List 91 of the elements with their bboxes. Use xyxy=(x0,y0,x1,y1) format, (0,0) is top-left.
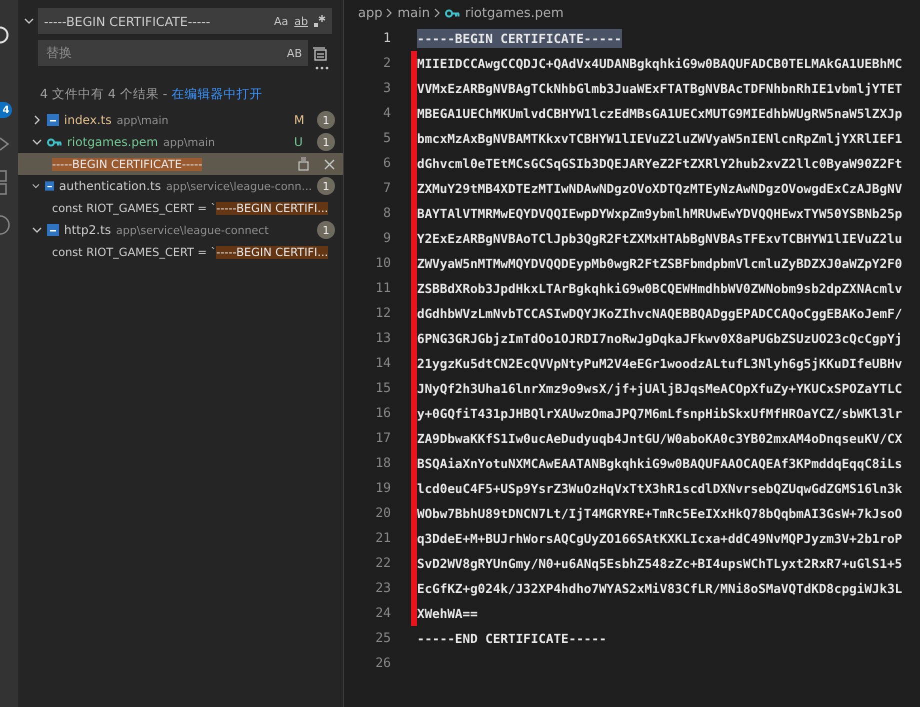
chevron-right-icon[interactable] xyxy=(32,115,42,125)
preserve-case-toggle[interactable]: AB xyxy=(286,46,302,60)
line-number: 23 xyxy=(374,581,391,596)
line-number: 10 xyxy=(374,256,391,271)
code-line: MBEGA1UEChMKUmlvdCBHYW1lczEdMBsGA1UECxMUTG9MIEdhbWUgRW5naW5lZXJp xyxy=(411,101,902,126)
code-line: bmcxMzAxBgNVBAMTKkxvTCBHYW1lIEVuZ2luZWVyaW5nIENlcnRpZmljYXRlIEF1 xyxy=(411,126,902,151)
search-option-toggle[interactable]: ab xyxy=(294,14,308,28)
breadcrumb-item[interactable]: app xyxy=(358,6,382,20)
chevron-down-icon[interactable] xyxy=(32,181,40,191)
match-count: 1 xyxy=(317,111,335,129)
line-number: 21 xyxy=(374,531,391,546)
line-number: 14 xyxy=(374,356,391,371)
code-line: BSQAiaXnYotuNXMCAwEAATANBgkqhkiG9w0BAQUFAAOCAQEAf3KPmddqEqqC8iLs xyxy=(411,451,902,476)
code-line: -----END CERTIFICATE----- xyxy=(416,630,607,648)
code-line: lcd0euC4F5+USp9YsrZ3WuOzHqVxTtX3hR1scdlDXNvrsebQZUqwGdZGMS16ln3k xyxy=(411,476,902,501)
line-number: 11 xyxy=(374,281,391,296)
match-count: 1 xyxy=(317,177,335,195)
result-match-row[interactable]: -----BEGIN CERTIFICATE----- xyxy=(18,153,343,175)
code-line: ZWVyaW5nMTMwMQYDVQQDEypMb0wgR2FtZSBFbmdpbmVlcmluZyBDZXJ0aWZpY2F0 xyxy=(411,251,902,276)
line-number: 13 xyxy=(374,331,391,346)
code-line: JNyQf2h3Uha16lnrXmz9o9wsX/jf+jUAljBJqsMeACOpXfuZy+YKUCxSPOZaYTLC xyxy=(411,376,902,401)
line-number: 6 xyxy=(382,156,391,171)
line-number: 1 xyxy=(382,31,391,46)
code-line: BAYTAlVTMRMwEQYDVQQIEwpDYWxpZm9ybmlhMRUwEwYDVQQHEwxTYW50YSBNb25p xyxy=(411,201,902,226)
chevron-down-icon[interactable] xyxy=(32,137,42,147)
close-icon[interactable] xyxy=(324,158,335,170)
breadcrumb-item[interactable]: main xyxy=(397,6,430,20)
line-number: 4 xyxy=(382,106,391,121)
result-match-row[interactable]: const RIOT_GAMES_CERT = `-----BEGIN CERTIFI... xyxy=(18,197,343,219)
code-line: 6PNG3GRJGbjzImTdOo1OJRDI7noRwJgDqkaJFkwv0X8aPUGbZSUzUO23cQcCgpYj xyxy=(411,326,902,351)
replace-field[interactable]: 替换 AB xyxy=(38,40,308,66)
result-file-row[interactable]: http2.ts app\service\league-connect 1 xyxy=(18,219,343,241)
line-number: 3 xyxy=(382,81,391,96)
play-icon[interactable] xyxy=(0,136,10,152)
code-line: MIIEIDCCAwgCCQDJC+QAdVx4UDANBgkqhkiG9w0BAQUFADCB0TELMAkGA1UEBhMC xyxy=(411,51,902,76)
chevron-right-icon xyxy=(386,8,394,18)
line-number: 25 xyxy=(374,631,391,646)
code-line: dGdhbWVzLmNvbTCCASIwDQYJKoZIhvcNAQEBBQADggEPADCCAQoCggEBAKoJemF/ xyxy=(411,301,902,326)
match-count: 1 xyxy=(317,221,335,239)
more-icon[interactable] xyxy=(315,66,329,70)
replace-all-icon[interactable] xyxy=(312,45,328,61)
line-number: 9 xyxy=(382,231,391,246)
breadcrumb-item[interactable]: riotgames.pem xyxy=(444,6,564,20)
search-field[interactable]: -----BEGIN CERTIFICATE----- Aa ab xyxy=(38,8,332,34)
code-line: XWehWA== xyxy=(411,601,478,626)
line-number: 7 xyxy=(382,181,391,196)
line-number: 17 xyxy=(374,431,391,446)
chevron-right-icon xyxy=(434,8,441,18)
code-line: VVMxEzARBgNVBAgTCkNhbGlmb3JuaWExFTATBgNVBAcTDFNhbnRhIE1vbmljYTET xyxy=(411,76,902,101)
line-number: 8 xyxy=(382,206,391,221)
code-line: ZXMuY29tMB4XDTEzMTIwNDAwNDgzOVoXDTQzMTEyNzAwNDgzOVowgdExCzAJBgNV xyxy=(411,176,902,201)
code-line: y+0GQfiT431pJHBQlrXAUwzOmaJPQ7M6mLfsnpHibSkxUfMfHROaYCZ/sbWKl3lr xyxy=(411,401,902,426)
line-number: 26 xyxy=(374,656,391,671)
result-summary: 4 文件中有 4 个结果 - xyxy=(40,86,168,103)
line-number: 5 xyxy=(382,131,391,146)
code-line: 21ygzKu5dtCN2EcQVVpNtyPuM2V4eEGr1woodzALtufL3Nlyh6g5jKKuDIfeUBHv xyxy=(411,351,902,376)
open-in-editor-link[interactable]: 在编辑器中打开 xyxy=(171,86,262,103)
code-line: q3DdeE+M+BUJrhWorsAQCgUyZO166SAtKXKLIcxa+ddC49NvMQPJyzm3V+2b1roP xyxy=(411,526,902,551)
code-line: SvD2WV8gRYUnGmy/N0+u6ANq5EsbhZ548zZc+BI4upsWChTLyxt2RxR7+uGlS1+5 xyxy=(411,551,902,576)
line-number: 15 xyxy=(374,381,391,396)
key-icon xyxy=(47,138,62,146)
line-number: 2 xyxy=(382,56,391,71)
line-number: 20 xyxy=(374,506,391,521)
replace-icon[interactable] xyxy=(298,157,309,171)
chevron-down-icon[interactable] xyxy=(24,16,34,26)
typescript-file-icon xyxy=(47,114,59,126)
line-number: 16 xyxy=(374,406,391,421)
code-line: WObw7BbhU89tDNCN7Lt/IjT4MGRYRE+TmRc5EeIXxHkQ78bQqbmAI3GsW+7kJsoO xyxy=(411,501,902,526)
code-line: ZA9DbwaKKfS1Iw0ucAeDudyuqb4JntGU/W0aboKA0c3YB02mxAM4oDnqseuKV/CX xyxy=(411,426,902,451)
result-file-row[interactable]: authentication.ts app\service\league-conn... 1 xyxy=(18,175,343,197)
typescript-file-icon xyxy=(44,180,54,192)
code-line: ZSBBdXRob3JpdHkxLTArBgkqhkiG9w0BCQEWHmdhbWV0ZWNobm9sb2dpZXNAcmlv xyxy=(411,276,902,301)
code-line: EcGfKZ+g024k/J32XP4hdho7WYAS2xMiV83CfLR/MNi8oSMaVQTdKD8cpgiWJk3L xyxy=(411,576,902,601)
match-count: 1 xyxy=(317,133,335,151)
result-file-row[interactable]: riotgames.pem app\main U 1 xyxy=(18,131,343,153)
result-file-row[interactable]: index.ts app\main M 1 xyxy=(18,109,343,131)
line-number: 12 xyxy=(374,306,391,321)
typescript-file-icon xyxy=(47,224,59,236)
line-number: 19 xyxy=(374,481,391,496)
extensions-icon[interactable] xyxy=(0,170,10,196)
search-option-toggle[interactable]: Aa xyxy=(274,14,288,28)
line-number: 18 xyxy=(374,456,391,471)
line-number: 22 xyxy=(374,556,391,571)
code-line: Y2ExEzARBgNVBAoTClJpb3QgR2FtZXMxHTAbBgNVBAsTFExvTCBHYW1lIEVuZ2lu xyxy=(411,226,902,251)
chevron-down-icon[interactable] xyxy=(32,225,42,235)
result-match-row[interactable]: const RIOT_GAMES_CERT = `-----BEGIN CERTIFI... xyxy=(18,241,343,263)
code-line: dGhvcml0eTEtMCsGCSqGSIb3DQEJARYeZ2FtZXRlY2hub2xvZ2llc0ByaW90Z2Ft xyxy=(411,151,902,176)
key-icon xyxy=(444,8,460,18)
notification-badge: 4 xyxy=(0,102,12,118)
regex-icon[interactable] xyxy=(314,15,326,27)
line-number: 24 xyxy=(374,606,391,621)
